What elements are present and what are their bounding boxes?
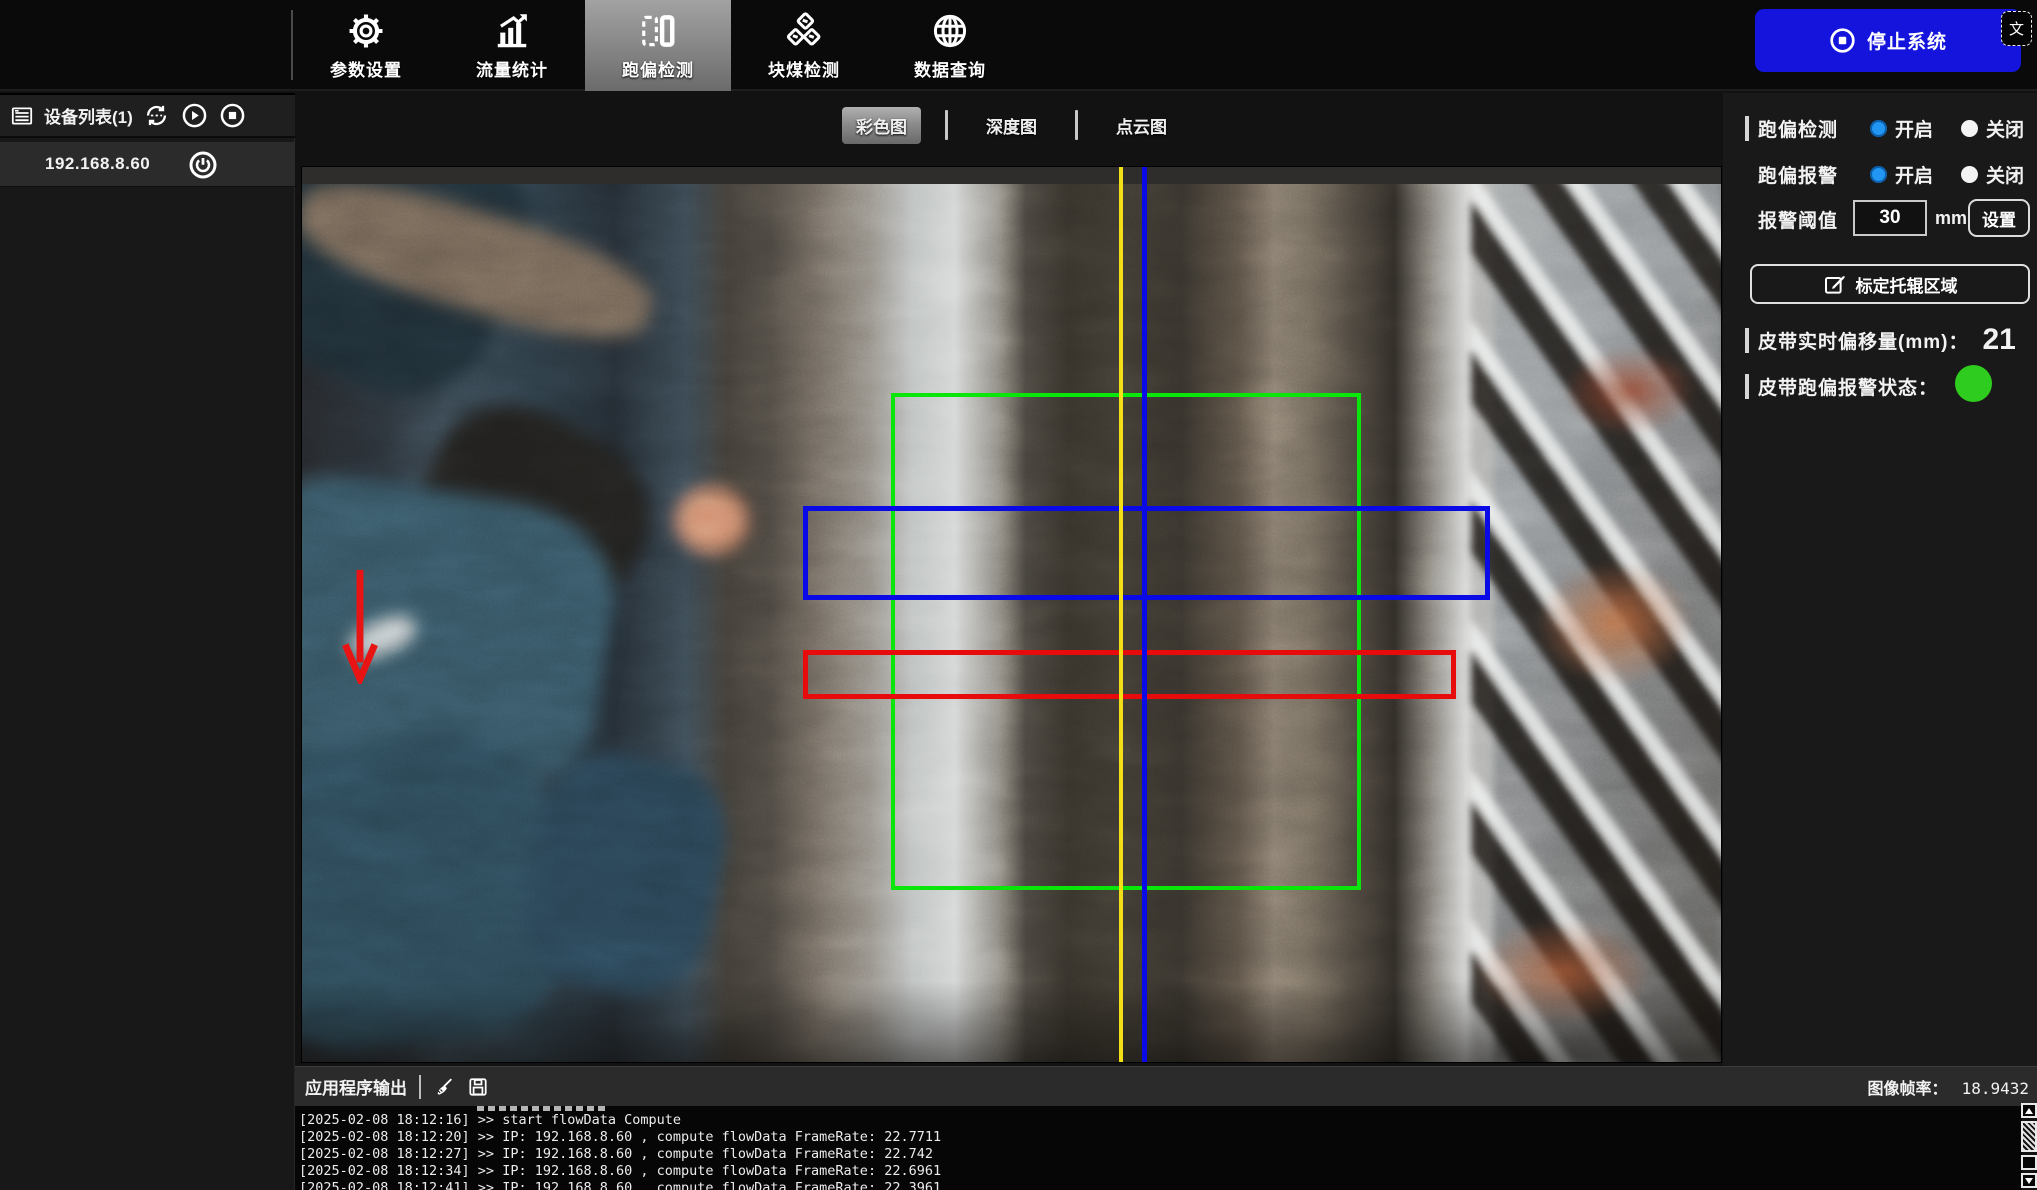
device-list-title: 设备列表(1) — [44, 103, 133, 128]
camera-color-image — [301, 166, 1722, 1063]
detection-band-overlay-red — [803, 650, 1456, 698]
alarm-threshold-input[interactable] — [1853, 200, 1927, 236]
tab-color-image[interactable]: 彩色图 — [842, 107, 921, 144]
tab-pointcloud-image[interactable]: 点云图 — [1102, 107, 1181, 144]
tab-label: 参数设置 — [330, 56, 402, 81]
toolbar-buttons: 参数设置 流量统计 — [293, 0, 1023, 91]
belt-offset-label: 皮带实时偏移量(mm)： — [1758, 327, 1968, 354]
belt-direction-arrow — [340, 566, 380, 689]
alarm-status-indicator — [1955, 365, 1992, 402]
app-output-label: 应用程序输出 — [305, 1074, 407, 1099]
deviation-detect-label: 跑偏检测 — [1758, 115, 1838, 142]
section-marker — [1745, 374, 1749, 399]
tab-flow-statistics[interactable]: 流量统计 — [439, 0, 585, 91]
coal-icon — [784, 11, 824, 51]
stop-system-button[interactable]: 停止系统 — [1755, 9, 2021, 72]
clear-log-icon[interactable] — [433, 1076, 455, 1098]
device-sidebar: 设备列表(1) — [0, 93, 295, 1190]
calibrate-roller-button[interactable]: 标定托辊区域 — [1750, 264, 2030, 304]
photo-top-frame — [302, 167, 1721, 184]
tab-data-query[interactable]: 数据查询 — [877, 0, 1023, 91]
tab-label: 块煤检测 — [768, 56, 840, 81]
scroll-up-button[interactable] — [2021, 1103, 2037, 1118]
top-toolbar: 参数设置 流量统计 — [0, 0, 2037, 91]
detect-on-label[interactable]: 开启 — [1895, 115, 1933, 142]
log-line: [2025-02-08 18:12:41] >> IP: 192.168.8.6… — [299, 1180, 2022, 1190]
log-line: [2025-02-08 18:12:16] >> start flowData … — [299, 1112, 2022, 1129]
detect-off-label[interactable]: 关闭 — [1986, 115, 2024, 142]
deviation-alarm-label: 跑偏报警 — [1758, 161, 1838, 188]
log-line: [2025-02-08 18:12:34] >> IP: 192.168.8.6… — [299, 1163, 2022, 1180]
roller-region-overlay-green — [891, 393, 1361, 891]
alarm-off-label[interactable]: 关闭 — [1986, 161, 2024, 188]
framerate-label: 图像帧率： — [1868, 1075, 1948, 1099]
stop-system-icon — [1829, 27, 1856, 54]
tab-separator — [945, 110, 948, 140]
detect-off-radio[interactable] — [1961, 120, 1978, 137]
device-power-icon[interactable] — [188, 150, 218, 185]
calibrate-roller-label: 标定托辊区域 — [1856, 272, 1958, 297]
device-row[interactable]: 192.168.8.60 — [0, 142, 295, 187]
tab-label: 跑偏检测 — [622, 56, 694, 81]
refresh-devices-icon[interactable] — [143, 102, 170, 129]
partial-log-line — [477, 1106, 609, 1111]
tab-parameter-settings[interactable]: 参数设置 — [293, 0, 439, 91]
tab-coal-detection[interactable]: 块煤检测 — [731, 0, 877, 91]
belt-alarm-status-row: 皮带跑偏报警状态： — [1723, 373, 2037, 400]
belt-offset-value: 21 — [1982, 323, 2015, 357]
tab-separator — [1075, 110, 1078, 140]
detect-on-radio[interactable] — [1870, 120, 1887, 137]
stop-system-label: 停止系统 — [1867, 27, 1947, 54]
scroll-down-button[interactable] — [2021, 1173, 2037, 1188]
section-marker — [1745, 328, 1749, 353]
deviation-alarm-row: 跑偏报警 开启 关闭 — [1723, 161, 2037, 188]
photo-bottom-shade — [302, 981, 1721, 1062]
alarm-on-label[interactable]: 开启 — [1895, 161, 1933, 188]
reference-centerline-yellow — [1119, 167, 1123, 1062]
start-all-icon[interactable] — [181, 102, 208, 129]
alarm-threshold-row: 报警阈值 mm 设置 — [1723, 206, 2037, 233]
image-view-tabs: 彩色图 深度图 点云图 — [301, 102, 1722, 148]
framerate-value: 18.9432 — [1962, 1079, 2029, 1098]
log-line: [2025-02-08 18:12:20] >> IP: 192.168.8.6… — [299, 1129, 2022, 1146]
save-log-icon[interactable] — [467, 1076, 489, 1098]
tab-label: 流量统计 — [476, 56, 548, 81]
translate-badge-glyph: 文 — [2009, 18, 2024, 39]
tab-label: 数据查询 — [914, 56, 986, 81]
deviation-control-panel: 跑偏检测 开启 关闭 跑偏报警 开启 关闭 报警阈值 mm 设置 — [1723, 93, 2037, 1066]
deviation-icon — [638, 11, 678, 51]
belt-centerline-blue — [1142, 167, 1147, 1062]
device-list-header: 设备列表(1) — [0, 93, 295, 138]
framerate-group: 图像帧率： 18.9432 — [1868, 1075, 2029, 1099]
stop-all-icon[interactable] — [219, 102, 246, 129]
device-list-actions — [143, 102, 284, 129]
alarm-on-radio[interactable] — [1870, 166, 1887, 183]
device-ip: 192.168.8.60 — [45, 154, 150, 174]
tab-deviation-detection[interactable]: 跑偏检测 — [585, 0, 731, 91]
section-marker — [1745, 116, 1749, 141]
flow-stats-icon — [492, 11, 532, 51]
scrollbar-thumb[interactable] — [2021, 1121, 2037, 1152]
app-window: 参数设置 流量统计 — [0, 0, 2037, 1190]
log-line: [2025-02-08 18:12:27] >> IP: 192.168.8.6… — [299, 1146, 2022, 1163]
calibrate-pencil-icon — [1823, 272, 1847, 296]
application-log: [2025-02-08 18:12:16] >> start flowData … — [295, 1106, 2022, 1190]
statusbar-divider — [419, 1075, 421, 1099]
alarm-threshold-label: 报警阈值 — [1758, 206, 1838, 233]
alarm-off-radio[interactable] — [1961, 166, 1978, 183]
translate-badge-icon[interactable]: 文 — [2001, 11, 2032, 46]
log-scrollbar — [2021, 1103, 2037, 1190]
gear-icon — [346, 11, 386, 51]
globe-icon — [930, 11, 970, 51]
device-list-icon — [10, 104, 34, 128]
scrollbar-track-box[interactable] — [2021, 1155, 2037, 1170]
belt-offset-row: 皮带实时偏移量(mm)： 21 — [1723, 323, 2037, 357]
deviation-detect-row: 跑偏检测 开启 关闭 — [1723, 115, 2037, 142]
tab-depth-image[interactable]: 深度图 — [972, 107, 1051, 144]
status-bar: 应用程序输出 图像帧率： 18.9432 — [295, 1066, 2037, 1106]
threshold-set-button[interactable]: 设置 — [1968, 199, 2030, 237]
alarm-threshold-unit: mm — [1935, 208, 1967, 229]
belt-alarm-status-label: 皮带跑偏报警状态： — [1758, 373, 1938, 400]
